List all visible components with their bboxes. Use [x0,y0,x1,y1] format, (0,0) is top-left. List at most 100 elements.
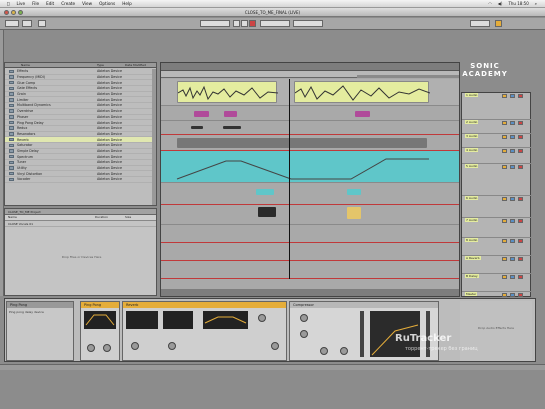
menu-create[interactable]: Create [61,1,75,6]
input-filter-display[interactable] [126,311,158,329]
solo-button[interactable] [510,121,515,125]
vocal-clip-1[interactable] [177,81,279,103]
zoom-window-icon[interactable] [18,10,23,15]
clip[interactable] [256,189,274,195]
activator-button[interactable] [502,275,507,279]
diffusion-display[interactable] [203,311,248,329]
arm-button[interactable] [518,149,523,153]
track-vocals[interactable] [161,79,459,106]
clock[interactable]: Thu 18:50 [508,1,528,6]
mixer-strip[interactable]: 1 Audio [462,93,532,120]
ping-pong-device[interactable]: Ping Pong [80,301,120,361]
compressor-title[interactable]: Compressor [290,302,438,308]
col-type[interactable]: Type [97,63,104,67]
metronome-button[interactable] [38,20,46,27]
arm-button[interactable] [518,135,523,139]
vocal-clip-2[interactable] [294,81,431,103]
mixer-strip[interactable]: 7 Audio [462,218,532,238]
mixer-strip[interactable]: 8 Audio [462,238,532,256]
mixer-strip[interactable]: 5 Audio [462,164,532,196]
activator-button[interactable] [502,239,507,243]
track-3[interactable] [161,107,459,121]
solo-button[interactable] [510,275,515,279]
arm-button[interactable] [518,275,523,279]
mixer-track-name[interactable]: 4 Audio [465,148,479,152]
release-knob[interactable] [340,347,348,355]
stop-button[interactable] [241,20,248,27]
activator-button[interactable] [502,121,507,125]
time-signature-field[interactable] [22,20,32,27]
clip[interactable] [355,111,370,117]
clip[interactable] [224,111,237,117]
solo-button[interactable] [510,135,515,139]
activator-button[interactable] [502,197,507,201]
threshold-knob[interactable] [300,314,308,322]
mixer-track-name[interactable]: 7 Audio [465,218,479,222]
solo-button[interactable] [510,197,515,201]
activator-button[interactable] [502,293,507,297]
solo-button[interactable] [510,149,515,153]
drywet-knob[interactable] [103,344,111,352]
arm-button[interactable] [518,293,523,297]
ratio-knob[interactable] [300,330,308,338]
mixer-strip[interactable]: 2 Audio [462,120,532,134]
activator-button[interactable] [502,165,507,169]
mixer-track-name[interactable]: 3 Audio [465,134,479,138]
activator-button[interactable] [502,257,507,261]
feedback-knob[interactable] [87,344,95,352]
menu-file[interactable]: File [32,1,39,6]
mixer-strip[interactable]: B Delay [462,274,532,292]
clip[interactable] [194,111,209,117]
track-8[interactable] [161,205,459,225]
clip[interactable] [347,189,361,195]
browser-scrollbar[interactable] [152,69,156,205]
song-position-field[interactable] [200,20,230,27]
menu-live[interactable]: Live [17,1,26,6]
playhead[interactable] [289,79,290,279]
activator-button[interactable] [502,135,507,139]
drop-zone[interactable]: Drop Audio Effects Here [460,301,532,361]
mixer-track-name[interactable]: B Delay [465,274,479,278]
clip[interactable] [347,207,361,219]
reverb-title[interactable]: Reverb [123,302,286,308]
arm-button[interactable] [518,197,523,201]
master-track[interactable] [161,261,459,279]
mixer-track-name[interactable]: 6 Audio [465,196,479,200]
mixer-track-name[interactable]: A Reverb [465,256,481,260]
wifi-icon[interactable]: ◠ [488,1,492,6]
mixer-strip[interactable]: A Reverb [462,256,532,274]
clip[interactable] [177,138,427,148]
mixer-strip[interactable]: 6 Audio [462,196,532,218]
solo-button[interactable] [510,293,515,297]
solo-button[interactable] [510,257,515,261]
scroll-ruler[interactable] [161,289,459,296]
close-window-icon[interactable] [4,10,9,15]
col-name[interactable]: Name [21,63,30,67]
arm-button[interactable] [518,219,523,223]
ping-pong-title[interactable]: Ping Pong [81,302,119,308]
mixer-track-name[interactable]: 1 Audio [465,93,479,97]
delay-display[interactable] [84,311,116,329]
reverb-device[interactable]: Reverb [122,301,287,361]
loop-start-field[interactable] [260,20,290,27]
reverb-knob-2[interactable] [168,342,176,350]
activator-button[interactable] [502,219,507,223]
col-date[interactable]: Date Modified [125,63,146,67]
attack-knob[interactable] [320,347,328,355]
info-col-duration[interactable]: Duration [95,215,108,219]
reverb-knob-1[interactable] [131,342,139,350]
track-automation[interactable] [161,151,459,183]
solo-button[interactable] [510,94,515,98]
timeline-ruler[interactable] [161,63,459,71]
mixer-strip[interactable]: 3 Audio [462,134,532,148]
clip[interactable] [258,207,276,217]
menu-edit[interactable]: Edit [46,1,54,6]
clip[interactable] [191,126,203,129]
track-4[interactable] [161,121,459,135]
loop-length-field[interactable] [293,20,323,27]
arm-button[interactable] [518,165,523,169]
track-7[interactable] [161,183,459,205]
solo-button[interactable] [510,219,515,223]
arm-button[interactable] [518,239,523,243]
mixer-track-name[interactable]: 8 Audio [465,238,479,242]
